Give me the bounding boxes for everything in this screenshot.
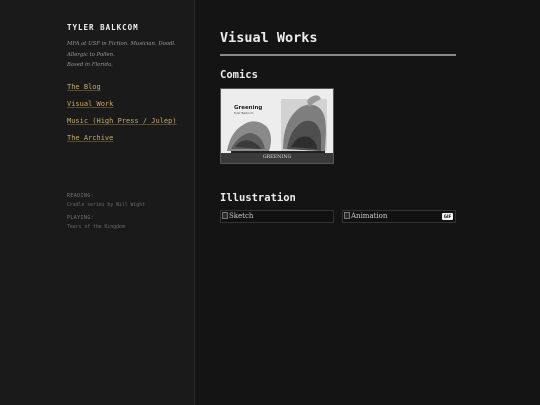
image-alt-text: Sketch	[229, 212, 254, 220]
broken-image-icon	[222, 212, 228, 219]
playing-label: PLAYING:	[67, 216, 95, 221]
reading-value: Cradle series by Will Wight	[67, 203, 145, 208]
nav-link-visual-work[interactable]: Visual Work	[67, 99, 187, 110]
bio-line: MFA at USF in Fiction. Musician. Doodl.	[67, 41, 176, 47]
playing-block: PLAYING: Tears of the Kingdom	[67, 214, 125, 232]
image-alt-text: Animation	[351, 212, 388, 220]
bio-line: Based in Florida.	[67, 62, 113, 68]
sidebar-nav: The Blog Visual Work Music (High Press /…	[67, 82, 187, 150]
title-divider	[220, 54, 456, 56]
illustration-thumb-sketch[interactable]: Sketch	[220, 210, 334, 223]
bio: MFA at USF in Fiction. Musician. Doodl. …	[67, 39, 185, 71]
comic-cover-subtitle: Tyler Balkcom	[234, 111, 254, 115]
section-heading-illustration: Illustration	[220, 192, 296, 204]
nav-link-music[interactable]: Music (High Press / Julep)	[67, 116, 187, 127]
illustration-thumb-animation[interactable]: Animation	[342, 210, 456, 223]
section-heading-comics: Comics	[220, 69, 258, 81]
nav-link-blog[interactable]: The Blog	[67, 82, 187, 93]
gif-badge: GIF	[442, 213, 453, 220]
reading-label: READING:	[67, 194, 95, 199]
site-title[interactable]: TYLER BALKCOM	[67, 23, 139, 32]
page-title: Visual Works	[220, 30, 318, 46]
broken-image-icon	[344, 212, 350, 219]
nav-link-archive[interactable]: The Archive	[67, 133, 187, 144]
comic-caption: GREENING	[221, 153, 333, 163]
bio-line: Allergic to Pollen.	[67, 51, 115, 58]
playing-value: Tears of the Kingdom	[67, 225, 125, 230]
reading-block: READING: Cradle series by Will Wight	[67, 192, 145, 210]
comic-card-greening[interactable]: Greening Tyler Balkcom GREENING	[220, 88, 334, 164]
